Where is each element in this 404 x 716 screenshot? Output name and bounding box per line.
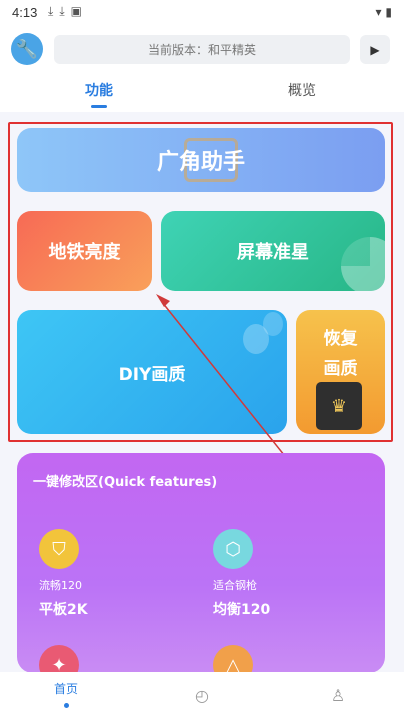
feature-tablet-2k[interactable]: ⛉ 流畅120 平板2K bbox=[39, 529, 199, 619]
nav-profile[interactable]: ♙ bbox=[308, 686, 368, 705]
tab-bar: 功能 概览 bbox=[0, 72, 404, 112]
tab-indicator bbox=[91, 105, 107, 108]
tab-features[interactable]: 功能 bbox=[85, 80, 113, 100]
bottom-nav: 首页 ◴ ♙ bbox=[0, 672, 404, 716]
active-indicator bbox=[63, 703, 69, 708]
compass-icon: ◴ bbox=[195, 686, 209, 705]
metro-brightness-label: 地铁亮度 bbox=[48, 242, 121, 263]
crosshair-label: 屏幕准星 bbox=[237, 242, 309, 263]
status-time: 4:13 bbox=[12, 5, 38, 20]
image-icon: ▣ bbox=[70, 4, 88, 18]
crosshair-card[interactable]: 屏幕准星 bbox=[161, 211, 385, 291]
shield-icon: ⛉ bbox=[39, 529, 79, 569]
wide-angle-label: 广角助手 bbox=[156, 150, 245, 175]
pie-chart-icon bbox=[341, 237, 385, 291]
hexagon-icon: ⬡ bbox=[213, 529, 253, 569]
nav-discover[interactable]: ◴ bbox=[172, 686, 232, 705]
crown-icon: ♛ bbox=[316, 382, 362, 430]
diy-quality-label: DIY画质 bbox=[118, 364, 186, 385]
nav-home-label: 首页 bbox=[53, 682, 78, 696]
metro-brightness-card[interactable]: 地铁亮度 bbox=[17, 211, 152, 291]
battery-icon: ▮ bbox=[385, 5, 392, 19]
play-button[interactable]: ▶ bbox=[360, 35, 390, 64]
notification-icons: ⤓⤓▣ bbox=[48, 4, 88, 19]
wrench-icon[interactable]: 🔧 bbox=[11, 33, 43, 65]
play-icon: ▶ bbox=[370, 42, 380, 57]
balloon-icon bbox=[263, 312, 283, 336]
feature-title: 均衡120 bbox=[213, 602, 271, 618]
wifi-icon: ▾ bbox=[375, 5, 382, 19]
tab-overview[interactable]: 概览 bbox=[288, 80, 316, 100]
status-bar: 4:13 ⤓⤓▣ ▾ ▮ bbox=[0, 0, 404, 26]
quick-features-title: 一键修改区(Quick features) bbox=[33, 475, 218, 490]
version-display[interactable]: 当前版本：和平精英 bbox=[54, 35, 350, 64]
feature-subtitle: 适合钢枪 bbox=[213, 579, 257, 592]
restore-quality-label: 恢复画质 bbox=[323, 329, 358, 379]
system-icons: ▾ ▮ bbox=[376, 5, 392, 19]
restore-quality-card[interactable]: 恢复画质 ♛ bbox=[296, 310, 385, 434]
download-icon: ⤓ bbox=[48, 4, 60, 18]
feature-subtitle: 流畅120 bbox=[39, 579, 82, 592]
quick-features-panel: 一键修改区(Quick features) ⛉ 流畅120 平板2K ⬡ 适合钢… bbox=[17, 453, 385, 685]
nav-home[interactable]: 首页 bbox=[36, 680, 96, 708]
diy-quality-card[interactable]: DIY画质 bbox=[17, 310, 287, 434]
app-header: 🔧 当前版本：和平精英 ▶ bbox=[0, 26, 404, 72]
user-icon: ♙ bbox=[330, 686, 346, 705]
wide-angle-card[interactable]: 广角助手 bbox=[17, 128, 385, 192]
download-icon: ⤓ bbox=[59, 4, 71, 18]
feature-balanced-120[interactable]: ⬡ 适合钢枪 均衡120 bbox=[213, 529, 373, 619]
feature-title: 平板2K bbox=[39, 602, 88, 618]
